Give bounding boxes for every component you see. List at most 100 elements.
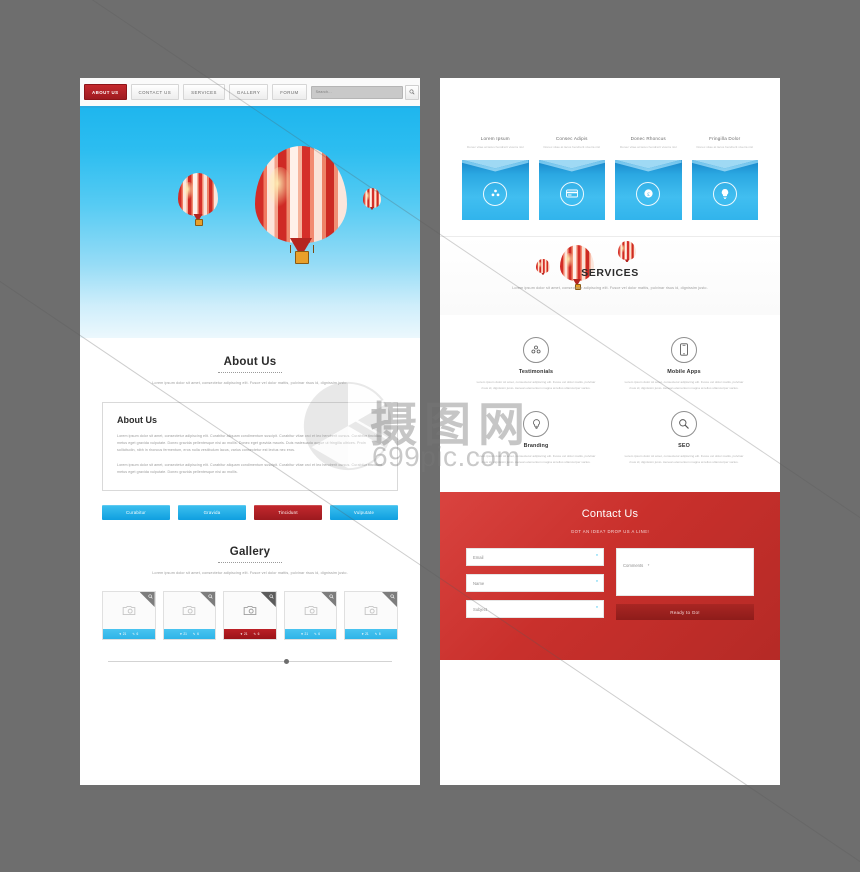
about-paragraph-2: Lorem ipsum dolor sit amet, consectetur … xyxy=(117,463,383,475)
gallery-item[interactable]: ♥ 21 ✎ 6 xyxy=(102,590,156,640)
svg-text:£: £ xyxy=(647,192,650,198)
service-item-seo[interactable]: SEO Lorem ipsum dolor sit amet, consecte… xyxy=(610,403,758,478)
magnifier-icon xyxy=(409,89,415,95)
left-page-mockup: ABOUT US CONTACT US SERVICES GALLERY FOR… xyxy=(80,78,420,785)
about-title: About Us xyxy=(223,356,277,368)
button-label: Tincidunt xyxy=(278,510,298,516)
mobile-phone-icon xyxy=(671,336,697,363)
gallery-zoom-corner[interactable] xyxy=(321,591,337,607)
service-title: Mobile Apps xyxy=(667,368,701,375)
service-text: Lorem ipsum dolor sit amet, consectetur … xyxy=(476,379,596,390)
gallery-zoom-corner[interactable] xyxy=(260,591,276,607)
gallery-item-active[interactable]: ♥ 21 ✎ 6 xyxy=(223,590,277,640)
coin-pound-icon: £ xyxy=(636,181,661,206)
search-input[interactable]: Search... xyxy=(310,85,403,99)
field-label: Email xyxy=(473,554,484,560)
camera-icon xyxy=(304,605,317,615)
gallery-zoom-corner[interactable] xyxy=(200,591,216,607)
comments-textarea[interactable]: Comments * xyxy=(616,548,754,597)
card-notch xyxy=(462,159,529,169)
service-item-testimonials[interactable]: Testimonials Lorem ipsum dolor sit amet,… xyxy=(462,329,610,404)
right-page-mockup: Lorem Ipsum Donec vitae at lacus hendrer… xyxy=(440,78,780,785)
gallery-thumbnail xyxy=(345,591,397,629)
feature-subtitle: Donec vitae at lacus hendrerit viverra n… xyxy=(619,145,677,149)
gallery-comment-count: ✎ 6 xyxy=(192,631,199,636)
gallery-comment-count: ✎ 6 xyxy=(314,631,321,636)
balloon-basket xyxy=(195,219,203,226)
button-vulputate[interactable]: Vulputate xyxy=(330,505,398,521)
gallery-subtitle: Lorem ipsum dolor sit amet, consectetur … xyxy=(152,571,348,576)
search-area: Search... xyxy=(310,84,420,100)
credit-card-icon xyxy=(559,181,584,206)
service-text: Lorem ipsum dolor sit amet, consectetur … xyxy=(624,379,744,390)
gallery-thumbnail-row: ♥ 21 ✎ 6 ♥ 21 ✎ 6 ♥ 21 ✎ 6 ♥ 21 ✎ 6 ♥ 21… xyxy=(102,590,398,640)
about-box-title: About Us xyxy=(117,415,157,426)
nav-label: GALLERY xyxy=(236,89,261,95)
email-field[interactable]: Email * xyxy=(466,548,604,567)
contact-title: Contact Us xyxy=(581,508,639,521)
feature-title: Donec Rhoncus xyxy=(630,136,666,141)
about-subtitle: Lorem ipsum dolor sit amet, consectetur … xyxy=(152,381,348,385)
gallery-meta-bar: ♥ 21 ✎ 6 xyxy=(103,628,155,639)
gallery-zoom-corner[interactable] xyxy=(139,591,155,607)
feature-subtitle: Donec vitae at lacus hendrerit viverra n… xyxy=(466,145,524,149)
feature-card-consec-adipis[interactable]: Consec Adipis Donec vitae at lacus hendr… xyxy=(538,136,605,220)
users-group-icon xyxy=(483,181,508,206)
gallery-item[interactable]: ♥ 21 ✎ 6 xyxy=(344,590,398,640)
gallery-section-header: Gallery Lorem ipsum dolor sit amet, cons… xyxy=(80,520,420,576)
service-item-mobile-apps[interactable]: Mobile Apps Lorem ipsum dolor sit amet, … xyxy=(610,329,758,404)
feature-card-lorem-ipsum[interactable]: Lorem Ipsum Donec vitae at lacus hendrer… xyxy=(462,136,529,220)
services-banner: SERVICES Lorem ipsum dolor sit amet, con… xyxy=(440,235,780,315)
magnifier-icon xyxy=(269,594,274,599)
feature-subtitle: Donec vitae at lacus hendrerit viverra n… xyxy=(696,145,754,149)
contact-section: Contact Us GOT AN IDEA? DROP US A LINE! … xyxy=(440,492,780,661)
slider-handle[interactable] xyxy=(284,658,290,664)
feature-subtitle: Donec vitae at lacus hendrerit viverra n… xyxy=(543,145,601,149)
service-title: SEO xyxy=(678,443,690,450)
submit-button[interactable]: Ready to Go! xyxy=(616,604,754,621)
screenshot-stage: ABOUT US CONTACT US SERVICES GALLERY FOR… xyxy=(0,0,860,872)
gallery-item[interactable]: ♥ 21 ✎ 6 xyxy=(283,590,338,640)
feature-title: Fringilla Dolor xyxy=(709,136,741,141)
nav-item-about-us[interactable]: ABOUT US xyxy=(84,84,127,100)
nav-item-forum[interactable]: FORUM xyxy=(272,84,307,100)
nav-label: FORUM xyxy=(280,89,299,95)
name-field[interactable]: Name * xyxy=(466,574,604,593)
gallery-zoom-corner[interactable] xyxy=(381,591,397,607)
field-label: Comments xyxy=(623,563,644,569)
contact-form-left-column: Email * Name * Subject * xyxy=(466,548,604,620)
button-curabitur[interactable]: Curabitur xyxy=(102,505,170,521)
feature-card-fringilla-dolor[interactable]: Fringilla Dolor Donec vitae at lacus hen… xyxy=(691,136,758,220)
balloon-envelope xyxy=(363,188,381,208)
balloon-skirt xyxy=(624,259,630,263)
button-tincidunt[interactable]: Tincidunt xyxy=(254,505,322,521)
slider-track xyxy=(108,661,392,663)
gallery-like-count: ♥ 21 xyxy=(240,631,248,636)
subject-field[interactable]: Subject * xyxy=(466,600,604,619)
magnifier-icon xyxy=(148,594,153,599)
feature-card-donec-rhoncus[interactable]: Donec Rhoncus Donec vitae at lacus hendr… xyxy=(615,136,682,220)
feature-card-body xyxy=(462,159,529,220)
nav-item-contact-us[interactable]: CONTACT US xyxy=(130,84,180,100)
gallery-item[interactable]: ♥ 21 ✎ 6 xyxy=(162,590,217,640)
camera-icon xyxy=(364,605,378,615)
card-notch xyxy=(538,159,605,169)
magnifier-icon xyxy=(329,594,334,599)
gallery-thumbnail xyxy=(103,591,155,629)
nav-item-services[interactable]: SERVICES xyxy=(183,84,225,100)
balloon-skirt xyxy=(369,206,375,210)
nav-item-gallery[interactable]: GALLERY xyxy=(228,84,269,100)
gallery-comment-count: ✎ 6 xyxy=(132,631,139,636)
gallery-meta-bar: ♥ 21 ✎ 6 xyxy=(224,628,276,639)
lightbulb-icon xyxy=(523,411,549,438)
service-item-branding[interactable]: Branding Lorem ipsum dolor sit amet, con… xyxy=(462,403,610,478)
search-button[interactable] xyxy=(404,84,419,100)
services-heading-block: SERVICES Lorem ipsum dolor sit amet, con… xyxy=(440,267,780,291)
magnifier-icon xyxy=(671,411,697,438)
feature-card-body xyxy=(538,159,605,220)
camera-icon xyxy=(183,605,196,615)
magnifier-icon xyxy=(208,594,213,599)
gallery-carousel-slider[interactable] xyxy=(108,658,392,666)
camera-icon xyxy=(243,605,257,615)
button-gravida[interactable]: Gravida xyxy=(178,505,246,521)
